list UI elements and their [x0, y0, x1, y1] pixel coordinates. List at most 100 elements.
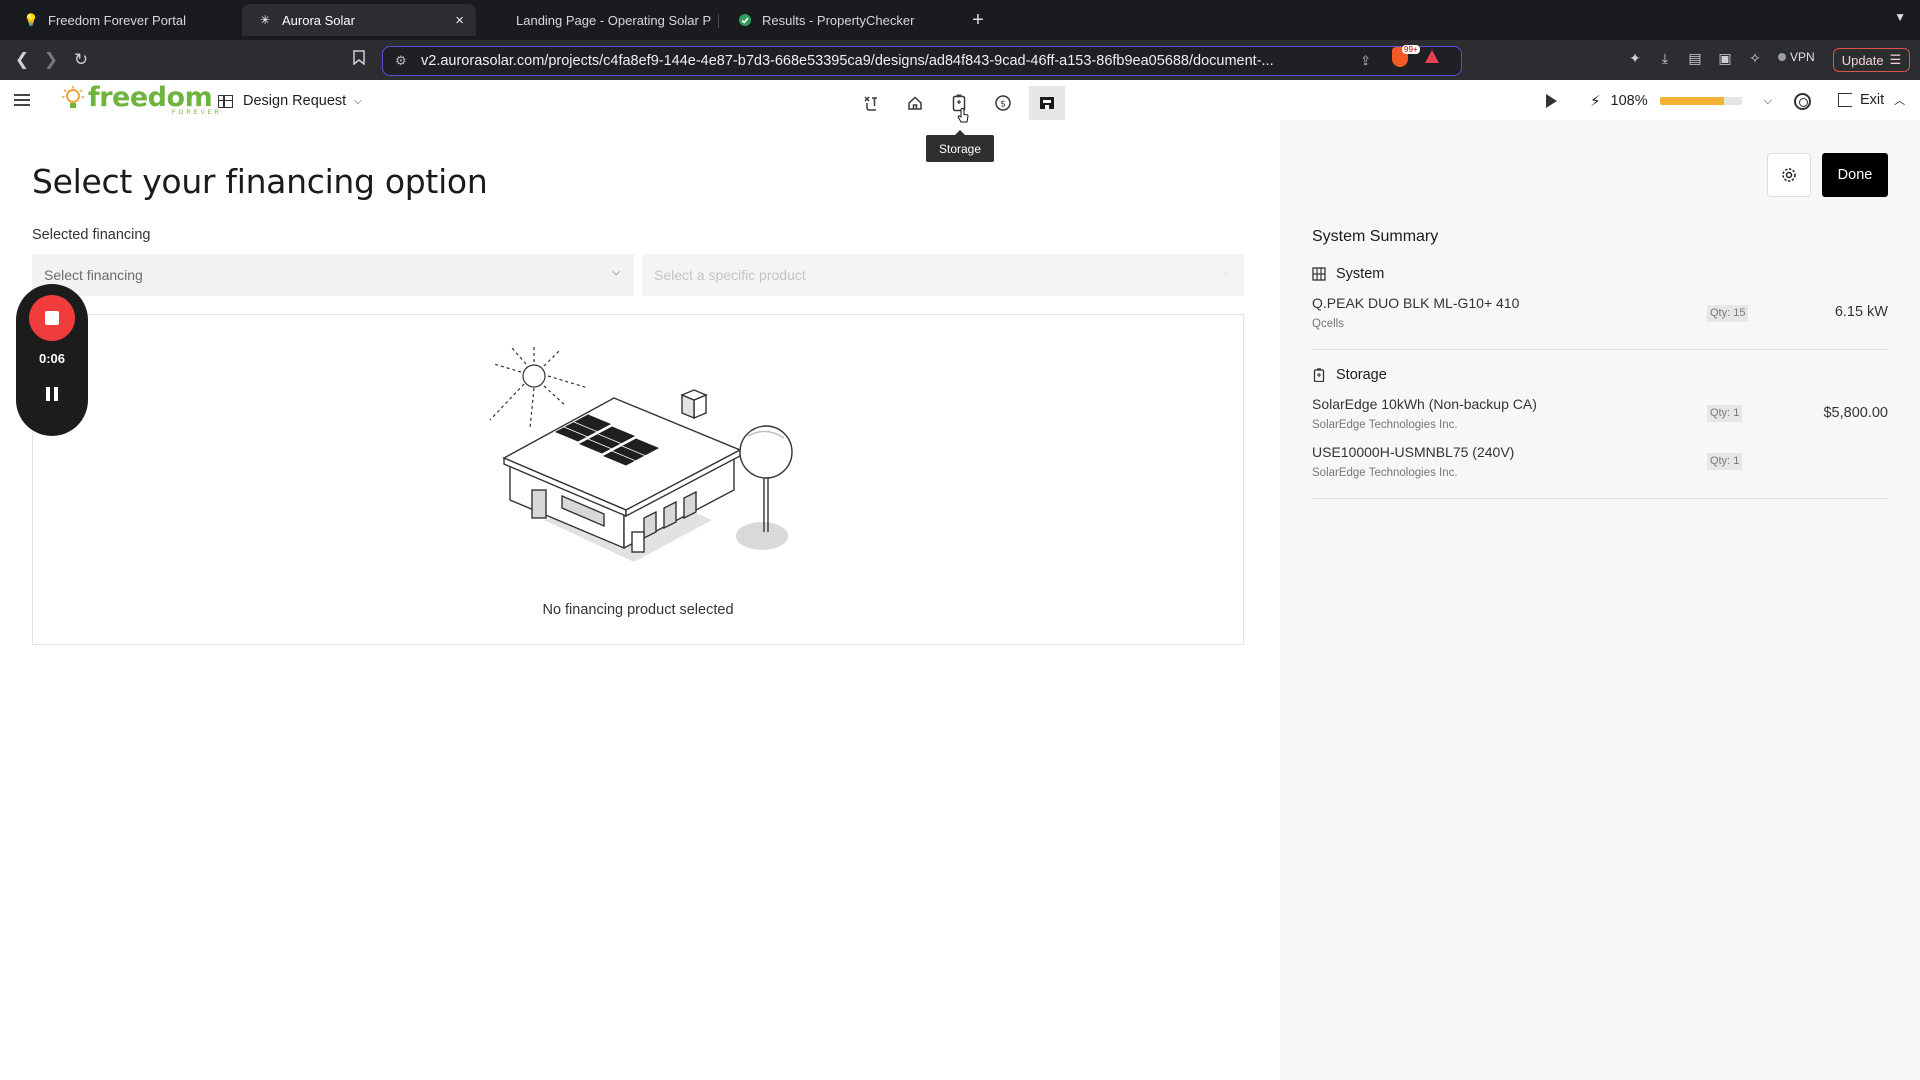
financing-select[interactable]: Select financing ⌵	[32, 254, 634, 296]
done-button[interactable]: Done	[1822, 153, 1888, 197]
design-request-label: Design Request	[243, 93, 347, 109]
system-section-header: System	[1312, 266, 1384, 282]
battery-icon	[1313, 368, 1325, 382]
home-tool-button[interactable]	[897, 86, 933, 120]
design-request-dropdown[interactable]: Design Request ⌵	[218, 93, 362, 109]
tab-title: Freedom Forever Portal	[48, 12, 186, 28]
logo-subtitle: FOREVER	[172, 110, 223, 116]
section-divider	[1312, 349, 1888, 350]
product-select-placeholder: Select a specific product	[654, 267, 806, 283]
wallet-icon[interactable]: ▣	[1716, 49, 1734, 67]
update-label: Update	[1841, 52, 1884, 68]
tab-propertychecker[interactable]: Results - PropertyChecker	[722, 4, 954, 36]
brave-rewards-icon[interactable]	[1425, 50, 1439, 63]
grid-icon	[218, 94, 233, 108]
exit-label: Exit	[1860, 92, 1885, 108]
forward-arrow-icon[interactable]: ❯	[41, 50, 61, 70]
svg-text:$: $	[1000, 100, 1006, 110]
chevron-down-icon[interactable]: ⌵	[1764, 95, 1772, 108]
browser-tab-bar: 💡 Freedom Forever Portal ✳ Aurora Solar …	[0, 0, 1920, 40]
item-value: $5,800.00	[1823, 405, 1888, 421]
vpn-status-icon	[1778, 53, 1786, 61]
item-manufacturer: SolarEdge Technologies Inc.	[1312, 467, 1458, 479]
pause-icon[interactable]	[46, 387, 58, 401]
selected-financing-label: Selected financing	[32, 227, 151, 243]
dollar-icon: $	[995, 95, 1011, 111]
bookmark-icon[interactable]	[349, 50, 369, 70]
tab-aurora-solar[interactable]: ✳ Aurora Solar ×	[242, 4, 476, 36]
plug-icon	[864, 96, 877, 111]
stop-recording-button[interactable]	[29, 295, 75, 341]
section-name: System	[1336, 266, 1385, 282]
play-icon[interactable]	[1546, 94, 1557, 108]
building-illustration	[502, 389, 742, 553]
hand-cursor-icon	[957, 108, 969, 123]
product-select: Select a specific product ⌵	[642, 254, 1244, 296]
item-manufacturer: SolarEdge Technologies Inc.	[1312, 419, 1458, 431]
item-qty-badge: Qty: 1	[1707, 453, 1743, 470]
recording-timer: 0:06	[38, 351, 66, 366]
vpn-button[interactable]: VPN	[1778, 50, 1815, 64]
panel-grid-icon	[1312, 267, 1326, 281]
freedom-logo[interactable]: freedom FOREVER	[62, 82, 219, 116]
house-check-icon	[738, 13, 752, 27]
help-lifebuoy-icon[interactable]	[1794, 93, 1811, 110]
storage-section-header: Storage	[1312, 367, 1387, 383]
item-qty-badge: Qty: 15	[1707, 305, 1749, 322]
tab-title: Landing Page - Operating Solar P	[516, 12, 712, 28]
new-tab-button[interactable]: +	[966, 8, 990, 32]
chevron-down-icon: ⌵	[1222, 267, 1230, 278]
empty-state-message: No financing product selected	[542, 602, 734, 618]
tab-landing-page[interactable]: Landing Page - Operating Solar P	[500, 4, 712, 36]
tab-list-chevron-icon[interactable]: ▼	[1894, 10, 1906, 24]
zoom-control[interactable]: ⚡ 108% ⌵	[1590, 92, 1772, 110]
close-icon[interactable]: ×	[455, 12, 464, 29]
item-name: Q.PEAK DUO BLK ML-G10+ 410	[1312, 295, 1520, 311]
extensions-icon[interactable]: ✦	[1626, 49, 1644, 67]
tree-illustration	[739, 425, 793, 532]
solar-house-illustration	[489, 344, 793, 562]
site-settings-icon[interactable]: ⚙	[395, 53, 407, 69]
sun-illustration	[489, 344, 589, 429]
settings-button[interactable]	[1767, 153, 1811, 197]
chevron-down-icon: ⌵	[612, 267, 620, 278]
vpn-label: VPN	[1790, 50, 1815, 64]
url-text: v2.aurorasolar.com/projects/c4fa8ef9-144…	[421, 53, 1274, 69]
home-icon	[908, 96, 922, 110]
chevron-up-icon: ︿	[1894, 95, 1906, 107]
url-bar[interactable]: ⚙ v2.aurorasolar.com/projects/c4fa8ef9-1…	[382, 46, 1462, 76]
aurora-sun-icon: ✳	[259, 13, 271, 27]
zoom-progress-bar	[1659, 97, 1742, 105]
brave-shield-count: 99+	[1402, 45, 1420, 54]
exit-button[interactable]: Exit ︿	[1838, 92, 1905, 108]
stop-icon	[45, 311, 59, 325]
reload-icon[interactable]: ↻	[71, 50, 91, 70]
exit-door-icon	[1838, 93, 1852, 107]
system-summary-title: System Summary	[1312, 228, 1439, 245]
item-name: USE10000H-USMNBL75 (240V)	[1312, 444, 1515, 460]
tab-title: Aurora Solar	[282, 12, 355, 28]
zoom-progress-fill	[1659, 97, 1724, 105]
leo-ai-icon[interactable]: ✧	[1746, 49, 1764, 67]
menu-icon: ☰	[1889, 52, 1902, 67]
logo-wordmark: freedom	[88, 82, 213, 113]
tab-title: Results - PropertyChecker	[762, 12, 915, 28]
proposal-tool-button[interactable]	[1029, 86, 1065, 120]
back-arrow-icon[interactable]: ❮	[12, 50, 32, 70]
update-button[interactable]: Update ☰	[1833, 48, 1910, 72]
financing-tool-button[interactable]: $	[985, 86, 1021, 120]
chevron-down-icon: ⌵	[354, 95, 362, 107]
lightning-icon: ⚡	[1590, 93, 1601, 110]
item-value: 6.15 kW	[1834, 304, 1888, 320]
section-name: Storage	[1336, 367, 1387, 383]
item-qty-badge: Qty: 1	[1707, 405, 1743, 422]
item-name: SolarEdge 10kWh (Non-backup CA)	[1312, 396, 1537, 412]
share-icon[interactable]: ⇪	[1360, 53, 1371, 69]
tab-freedom-forever-portal[interactable]: 💡 Freedom Forever Portal	[8, 4, 240, 36]
download-icon[interactable]: ⤓	[1656, 49, 1674, 67]
storage-tooltip: Storage	[926, 130, 994, 162]
gear-icon	[1782, 168, 1796, 182]
electrical-tool-button[interactable]	[853, 86, 889, 120]
sidebar-icon[interactable]: ▤	[1686, 49, 1704, 67]
hamburger-menu-icon[interactable]	[14, 94, 30, 106]
